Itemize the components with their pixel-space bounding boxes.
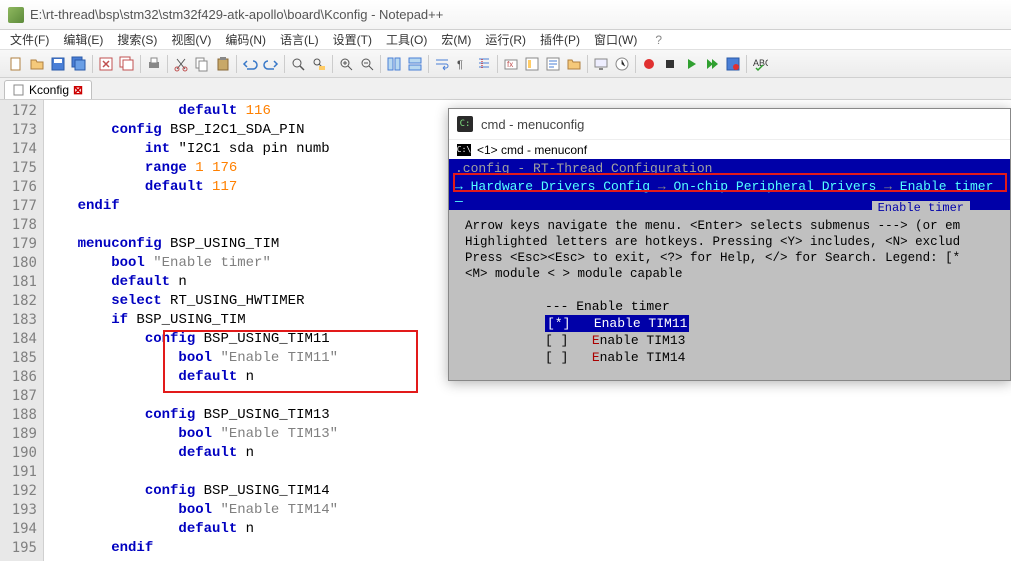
stop-macro-icon[interactable] <box>660 54 680 74</box>
wordwrap-icon[interactable] <box>432 54 452 74</box>
sync-h-icon[interactable] <box>405 54 425 74</box>
menu-settings[interactable]: 设置(T) <box>327 29 378 50</box>
close-all-icon[interactable] <box>117 54 137 74</box>
spellcheck-icon[interactable]: ABC <box>750 54 770 74</box>
line-number-gutter: 1721731741751761771781791801811821831841… <box>0 100 44 561</box>
svg-text:¶: ¶ <box>457 59 463 71</box>
print-icon[interactable] <box>144 54 164 74</box>
file-icon <box>13 84 25 96</box>
new-file-icon[interactable] <box>6 54 26 74</box>
window-title: E:\rt-thread\bsp\stm32\stm32f429-atk-apo… <box>30 7 443 22</box>
clipboard-history-icon[interactable] <box>612 54 632 74</box>
tab-label: Kconfig <box>29 83 69 97</box>
play-multi-icon[interactable] <box>702 54 722 74</box>
cmd-tab-label[interactable]: <1> cmd - menuconf <box>477 143 587 157</box>
cmd-body[interactable]: .config - RT-Thread Configuration → Hard… <box>449 159 1010 380</box>
menuconfig-option[interactable]: [ ] Enable TIM14 <box>545 349 994 366</box>
doc-map-icon[interactable] <box>522 54 542 74</box>
menu-bar: 文件(F) 编辑(E) 搜索(S) 视图(V) 编码(N) 语言(L) 设置(T… <box>0 30 1011 50</box>
open-file-icon[interactable] <box>27 54 47 74</box>
menuconfig-option[interactable]: [ ] Enable TIM13 <box>545 332 994 349</box>
menu-run[interactable]: 运行(R) <box>479 29 532 50</box>
save-all-icon[interactable] <box>69 54 89 74</box>
func-list-icon[interactable] <box>543 54 563 74</box>
copy-icon[interactable] <box>192 54 212 74</box>
zoom-in-icon[interactable] <box>336 54 356 74</box>
save-icon[interactable] <box>48 54 68 74</box>
menu-edit[interactable]: 编辑(E) <box>57 29 109 50</box>
svg-text:fx: fx <box>507 60 513 69</box>
cmd-titlebar[interactable]: C: cmd - menuconfig <box>449 109 1010 139</box>
menu-macro[interactable]: 宏(M) <box>435 29 477 50</box>
menu-plugins[interactable]: 插件(P) <box>534 29 586 50</box>
menu-language[interactable]: 语言(L) <box>274 29 325 50</box>
show-all-chars-icon[interactable]: ¶ <box>453 54 473 74</box>
toolbar: ¶ fx ABC <box>0 50 1011 78</box>
cmd-tabbar: C:\ <1> cmd - menuconf <box>449 139 1010 159</box>
replace-icon[interactable] <box>309 54 329 74</box>
cut-icon[interactable] <box>171 54 191 74</box>
window-titlebar: E:\rt-thread\bsp\stm32\stm32f429-atk-apo… <box>0 0 1011 30</box>
cmd-header: .config - RT-Thread Configuration <box>449 159 1010 178</box>
zoom-out-icon[interactable] <box>357 54 377 74</box>
find-icon[interactable] <box>288 54 308 74</box>
option-list: --- Enable timer[*] Enable TIM11[ ] Enab… <box>545 298 994 366</box>
folder-tree-icon[interactable] <box>564 54 584 74</box>
monitor-icon[interactable] <box>591 54 611 74</box>
tab-kconfig[interactable]: Kconfig ⊠ <box>4 80 92 99</box>
cmd-tab-icon: C:\ <box>457 144 471 156</box>
menu-tools[interactable]: 工具(O) <box>380 29 433 50</box>
terminal-icon: C: <box>457 116 473 132</box>
cmd-window[interactable]: C: cmd - menuconfig C:\ <1> cmd - menuco… <box>448 108 1011 381</box>
lang-icon[interactable]: fx <box>501 54 521 74</box>
menu-window[interactable]: 窗口(W) <box>588 29 643 50</box>
menu-search[interactable]: 搜索(S) <box>111 29 163 50</box>
menu-encoding[interactable]: 编码(N) <box>219 29 272 50</box>
sync-v-icon[interactable] <box>384 54 404 74</box>
paste-icon[interactable] <box>213 54 233 74</box>
redo-icon[interactable] <box>261 54 281 74</box>
menu-help[interactable]: ? <box>649 31 668 49</box>
save-macro-icon[interactable] <box>723 54 743 74</box>
panel-title: Enable timer <box>872 201 970 216</box>
menuconfig-panel: Enable timer Arrow keys navigate the men… <box>449 210 1010 380</box>
play-macro-icon[interactable] <box>681 54 701 74</box>
indent-guide-icon[interactable] <box>474 54 494 74</box>
record-macro-icon[interactable] <box>639 54 659 74</box>
menuconfig-option[interactable]: [*] Enable TIM11 <box>545 315 994 332</box>
app-icon <box>8 7 24 23</box>
menu-file[interactable]: 文件(F) <box>4 29 55 50</box>
undo-icon[interactable] <box>240 54 260 74</box>
menu-view[interactable]: 视图(V) <box>165 29 217 50</box>
cmd-title-text: cmd - menuconfig <box>481 117 584 132</box>
panel-instructions: Arrow keys navigate the menu. <Enter> se… <box>465 218 994 282</box>
tab-close-icon[interactable]: ⊠ <box>73 83 83 97</box>
document-tabs: Kconfig ⊠ <box>0 78 1011 100</box>
close-icon[interactable] <box>96 54 116 74</box>
